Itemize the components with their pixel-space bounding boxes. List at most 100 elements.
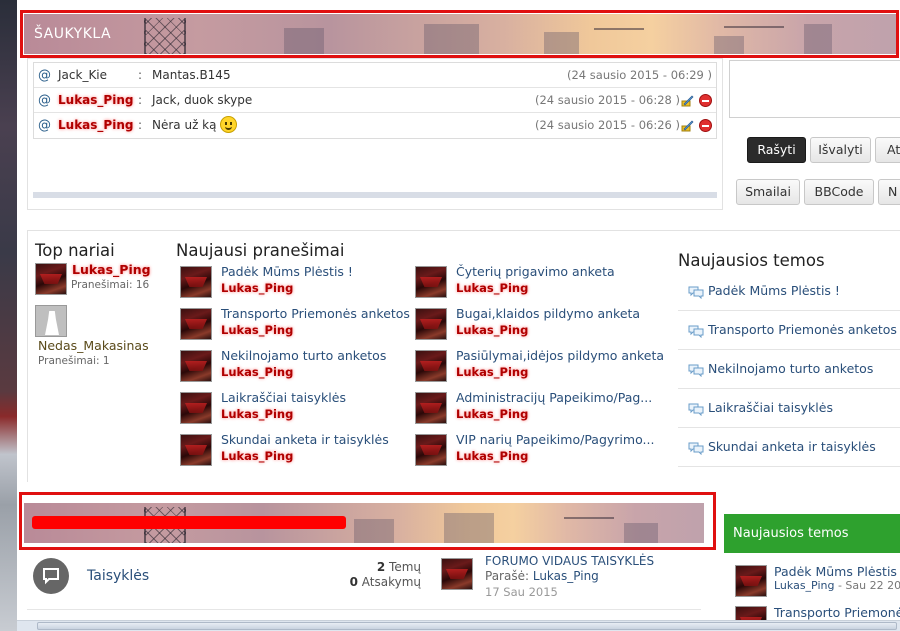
delete-icon[interactable] <box>699 119 712 132</box>
separator: : <box>138 118 143 132</box>
avatar[interactable] <box>180 350 212 382</box>
shout-user[interactable]: Jack_Kie <box>58 63 107 88</box>
shout-input[interactable] <box>729 60 900 118</box>
post-user[interactable]: Lukas_Ping <box>456 281 528 295</box>
post-user[interactable]: Lukas_Ping <box>221 281 293 295</box>
topic-title[interactable]: Padėk Mūms Plėstis ! <box>708 283 840 298</box>
post-user[interactable]: Lukas_Ping <box>456 323 528 337</box>
post-title[interactable]: Transporto Priemonės anketos <box>221 306 410 321</box>
post-title[interactable]: Pasiūlymai,idėjos pildymo anketa <box>456 348 664 363</box>
right-panel-meta: Lukas_Ping - Sau 22 2015 <box>774 579 900 592</box>
avatar[interactable] <box>180 266 212 298</box>
post-title[interactable]: Administracijų Papeikimo/Pag... <box>456 390 652 405</box>
topic-item[interactable]: Padėk Mūms Plėstis ! <box>678 272 900 311</box>
avatar[interactable] <box>415 392 447 424</box>
shout-user[interactable]: Lukas_Ping <box>58 113 133 138</box>
topic-item[interactable]: Skundai anketa ir taisyklės <box>678 428 900 467</box>
smileys-button[interactable]: Smailai <box>736 179 800 205</box>
avatar[interactable] <box>441 558 473 590</box>
last-post-date: 17 Sau 2015 <box>485 585 558 599</box>
last-post-title[interactable]: FORUMO VIDAUS TAISYKLĖS <box>485 554 654 568</box>
edit-icon[interactable] <box>681 119 694 132</box>
shout-message: @ Jack_Kie : Mantas.B145 (24 sausio 2015… <box>34 63 716 88</box>
right-panel-header: Naujausios temos <box>724 514 900 553</box>
edit-icon[interactable] <box>681 94 694 107</box>
avatar[interactable] <box>415 350 447 382</box>
top-member-name[interactable]: Nedas_Makasinas <box>38 338 149 353</box>
topics-stat: 2 Temų <box>376 560 421 574</box>
topic-title[interactable]: Nekilnojamo turto anketos <box>708 361 873 376</box>
shout-time: (24 sausio 2015 - 06:29 ) <box>567 68 712 82</box>
avatar[interactable] <box>180 308 212 340</box>
topic-item[interactable]: Nekilnojamo turto anketos <box>678 350 900 389</box>
last-post-author: Parašė: Lukas_Ping <box>485 569 599 583</box>
avatar[interactable] <box>35 305 67 337</box>
shout-time: (24 sausio 2015 - 06:26 ) <box>535 118 680 132</box>
page-background-strip <box>0 0 17 631</box>
chat-bubble-icon <box>688 403 704 416</box>
post-user[interactable]: Lukas_Ping <box>221 407 293 421</box>
topic-title[interactable]: Laikraščiai taisyklės <box>708 400 833 415</box>
top-members-title: Top nariai <box>35 241 115 260</box>
topic-item[interactable]: Laikraščiai taisyklės <box>678 389 900 428</box>
clear-button[interactable]: Išvalyti <box>810 137 871 163</box>
chat-bubble-icon <box>688 442 704 455</box>
shoutbox-panel: @ Jack_Kie : Mantas.B145 (24 sausio 2015… <box>27 58 723 210</box>
post-title[interactable]: VIP narių Papeikimo/Pagyrimo... <box>456 432 654 447</box>
right-panel-topic[interactable]: Transporto Priemonės <box>774 605 900 620</box>
post-title[interactable]: Nekilnojamo turto anketos <box>221 348 386 363</box>
avatar[interactable] <box>180 434 212 466</box>
top-member-count: Pranešimai: 16 <box>71 279 150 291</box>
post-title[interactable]: Skundai anketa ir taisyklės <box>221 432 389 447</box>
topic-item[interactable]: Transporto Priemonės anketos <box>678 311 900 350</box>
topic-title[interactable]: Skundai anketa ir taisyklės <box>708 439 876 454</box>
post-user[interactable]: Lukas_Ping <box>221 365 293 379</box>
top-member-name[interactable]: Lukas_Ping <box>72 262 151 277</box>
highlight-frame-top <box>20 10 899 58</box>
shout-message: @ Lukas_Ping : Jack, duok skype (24 saus… <box>34 88 716 113</box>
shout-text: Mantas.B145 <box>152 68 231 82</box>
avatar[interactable] <box>35 263 67 295</box>
replies-stat: 0 Atsakymų <box>349 575 421 589</box>
write-button[interactable]: Rašyti <box>747 137 806 163</box>
chat-bubble-icon <box>688 325 704 338</box>
avatar[interactable] <box>415 266 447 298</box>
shout-time: (24 sausio 2015 - 06:28 ) <box>535 93 680 107</box>
last-post-user[interactable]: Lukas_Ping <box>533 569 599 583</box>
avatar[interactable] <box>415 434 447 466</box>
post-user[interactable]: Lukas_Ping <box>221 449 293 463</box>
delete-icon[interactable] <box>699 94 712 107</box>
avatar[interactable] <box>415 308 447 340</box>
post-user[interactable]: Lukas_Ping <box>456 449 528 463</box>
mention-icon[interactable]: @ <box>38 63 51 88</box>
avatar[interactable] <box>180 392 212 424</box>
scrollbar-thumb[interactable] <box>37 622 897 630</box>
avatar[interactable] <box>735 565 767 597</box>
chat-bubble-icon <box>688 286 704 299</box>
forum-name[interactable]: Taisyklės <box>87 568 149 584</box>
post-user[interactable]: Lukas_Ping <box>456 365 528 379</box>
right-panel-topic[interactable]: Padėk Mūms Plėstis ! <box>774 564 900 579</box>
mention-icon[interactable]: @ <box>38 113 51 138</box>
topic-title[interactable]: Transporto Priemonės anketos <box>708 322 897 337</box>
top-member-count: Pranešimai: 1 <box>38 355 110 367</box>
partial-button-2[interactable]: N <box>878 179 900 205</box>
highlight-frame-bottom <box>19 492 716 550</box>
partial-button[interactable]: At <box>875 137 900 163</box>
post-title[interactable]: Padėk Mūms Plėstis ! <box>221 264 353 279</box>
bbcode-button[interactable]: BBCode <box>804 179 874 205</box>
separator: : <box>138 68 143 82</box>
smiley-icon <box>220 116 238 133</box>
post-user[interactable]: Lukas_Ping <box>221 323 293 337</box>
shout-user[interactable]: Lukas_Ping <box>58 88 133 113</box>
post-title[interactable]: Laikraščiai taisyklės <box>221 390 346 405</box>
horizontal-scrollbar[interactable] <box>17 620 900 631</box>
mention-icon[interactable]: @ <box>38 88 51 113</box>
post-title[interactable]: Bugai,klaidos pildymo anketa <box>456 306 640 321</box>
post-title[interactable]: Čyterių prigavimo anketa <box>456 264 615 279</box>
shoutbox-scrollbar[interactable] <box>33 192 717 198</box>
post-user[interactable]: Lukas_Ping <box>456 407 528 421</box>
latest-posts-title: Naujausi pranešimai <box>176 241 345 260</box>
latest-topics-title: Naujausios temos <box>678 251 825 270</box>
speech-bubble-icon <box>43 568 59 585</box>
